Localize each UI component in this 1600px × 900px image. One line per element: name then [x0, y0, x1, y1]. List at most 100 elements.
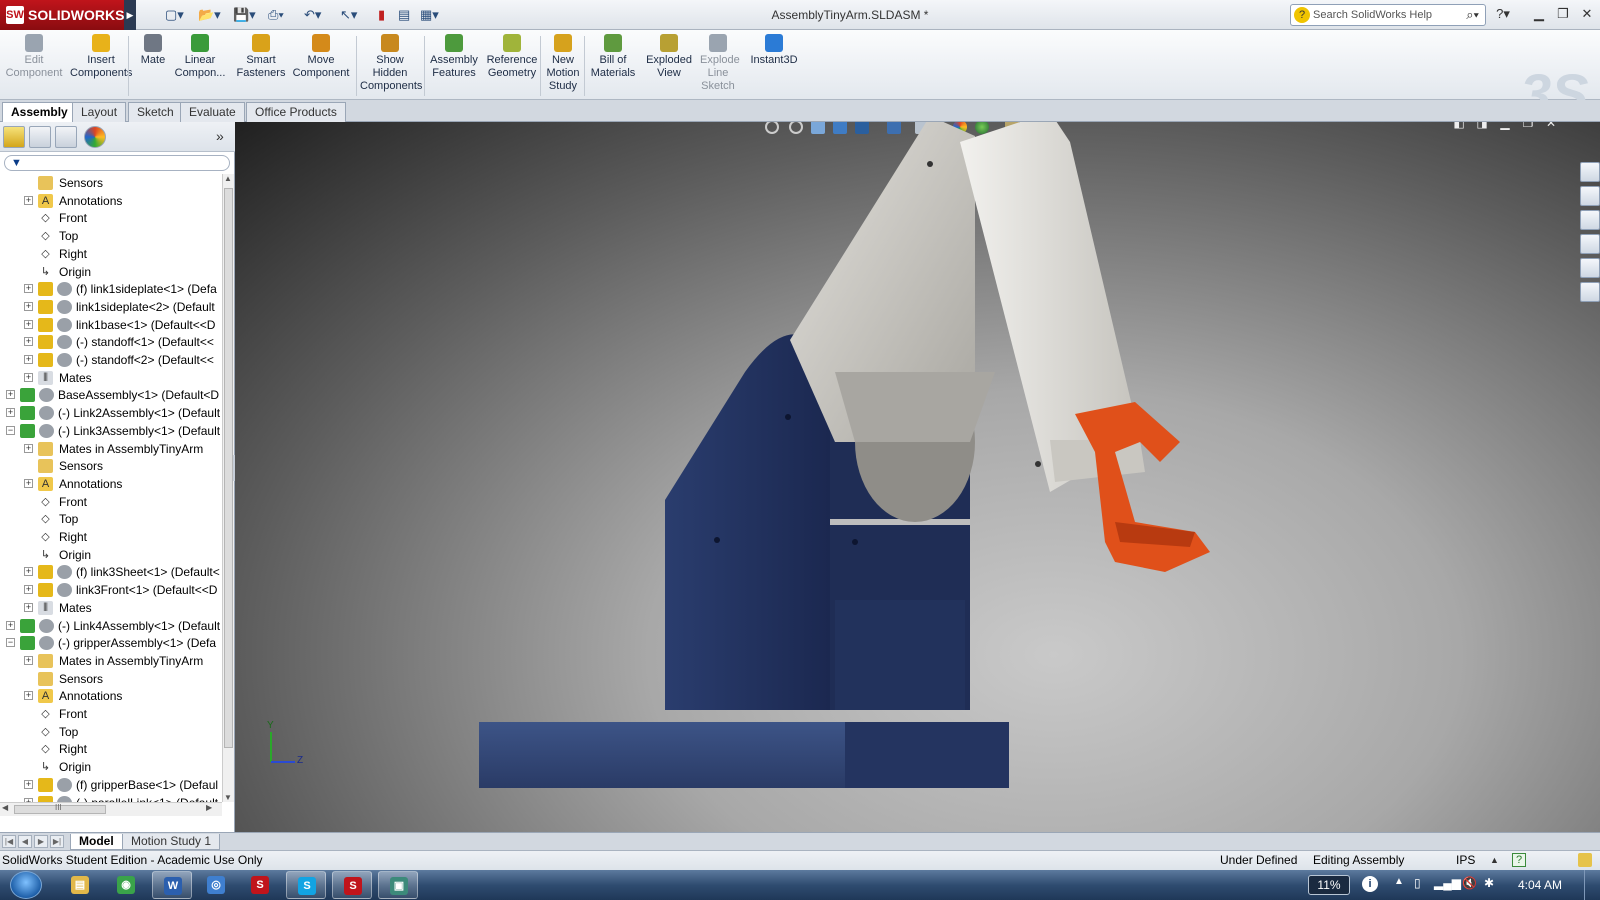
last-tab-arrow[interactable]: ▶|: [50, 835, 64, 848]
tree-item[interactable]: ◇ Front: [0, 493, 222, 511]
taskbar-solidworks-utility[interactable]: ▣: [378, 871, 418, 899]
tree-vertical-scrollbar[interactable]: ▲ ▼: [222, 174, 234, 802]
display-manager-tab-icon[interactable]: [84, 126, 106, 148]
tab-assembly[interactable]: Assembly: [2, 102, 77, 123]
tree-item[interactable]: + Mates in AssemblyTinyArm: [0, 440, 222, 458]
print-icon[interactable]: ⎙▾: [268, 6, 284, 24]
power-icon[interactable]: ▯: [1414, 876, 1421, 890]
command-move-component-button[interactable]: Move Component: [292, 34, 350, 80]
tree-item[interactable]: + (-) Link2Assembly<1> (Default: [0, 404, 222, 422]
tree-item[interactable]: + (-) standoff<2> (Default<<: [0, 351, 222, 369]
tree-item[interactable]: ↳ Origin: [0, 263, 222, 281]
view-palette-icon[interactable]: [1580, 234, 1600, 254]
volume-icon[interactable]: 🔇: [1462, 876, 1477, 890]
expand-icon[interactable]: +: [24, 602, 33, 612]
next-tab-arrow[interactable]: ▶: [34, 835, 48, 848]
expand-icon[interactable]: +: [24, 195, 33, 205]
command-smart-fasteners-button[interactable]: Smart Fasteners: [236, 34, 286, 80]
expand-icon[interactable]: +: [24, 337, 33, 347]
expand-icon[interactable]: +: [24, 779, 33, 789]
tree-item[interactable]: − (-) Link3Assembly<1> (Default: [0, 422, 222, 440]
command-edit-component-button[interactable]: Edit Component: [5, 34, 63, 80]
search-icon[interactable]: ⌕▾: [1466, 5, 1479, 25]
command-linear-pattern-button[interactable]: Linear Compon...: [172, 34, 228, 80]
tree-item[interactable]: + A Annotations: [0, 687, 222, 705]
select-icon[interactable]: ↖▾: [340, 6, 357, 24]
file-properties-icon[interactable]: ▤: [398, 6, 410, 24]
tree-item[interactable]: Sensors: [0, 457, 222, 475]
expand-icon[interactable]: +: [24, 301, 33, 311]
expand-icon[interactable]: +: [6, 620, 15, 630]
collapse-icon[interactable]: −: [6, 425, 15, 435]
tree-item[interactable]: + Mates in AssemblyTinyArm: [0, 652, 222, 670]
help-search-input[interactable]: ? Search SolidWorks Help ⌕▾: [1290, 4, 1486, 26]
prev-tab-arrow[interactable]: ◀: [18, 835, 32, 848]
tab-office-products[interactable]: Office Products: [246, 102, 346, 122]
tray-app-icon[interactable]: ✱: [1484, 876, 1494, 890]
tree-item[interactable]: ↳ Origin: [0, 758, 222, 776]
tree-item[interactable]: + A Annotations: [0, 475, 222, 493]
new-document-icon[interactable]: ▢▾: [165, 6, 184, 24]
property-manager-tab-icon[interactable]: [29, 126, 51, 148]
info-icon[interactable]: i: [1362, 876, 1378, 892]
minimize-icon[interactable]: ▁: [1528, 4, 1550, 24]
command-assembly-features-button[interactable]: Assembly Features: [430, 34, 478, 80]
tree-filter-input[interactable]: ▼: [4, 155, 230, 171]
network-icon[interactable]: ▂▄▆: [1434, 876, 1461, 890]
options-icon[interactable]: ▦▾: [420, 6, 439, 24]
tree-hscroll-thumb[interactable]: III: [14, 803, 106, 814]
taskbar-chrome[interactable]: ◉: [106, 871, 146, 899]
taskbar-solidworks[interactable]: S: [332, 871, 372, 899]
status-help-icon[interactable]: ?: [1512, 853, 1526, 867]
scroll-left-arrow[interactable]: ◀: [2, 803, 8, 812]
units-status[interactable]: IPS: [1456, 851, 1475, 870]
graphics-area[interactable]: ◧ ◨ ▁ ❐ ✕ Y Z: [235, 122, 1600, 832]
expand-icon[interactable]: +: [24, 691, 33, 701]
taskbar-word[interactable]: W: [152, 871, 192, 899]
tree-item[interactable]: − (-) gripperAssembly<1> (Defa: [0, 634, 222, 652]
command-reference-geometry-button[interactable]: Reference Geometry: [485, 34, 539, 80]
command-instant3d-button[interactable]: Instant3D: [748, 34, 800, 67]
custom-properties-icon[interactable]: [1580, 282, 1600, 302]
tree-item[interactable]: ◇ Front: [0, 209, 222, 227]
menu-pin-arrow[interactable]: ▶: [124, 0, 136, 30]
solidworks-resources-icon[interactable]: [1580, 162, 1600, 182]
help-dropdown-icon[interactable]: ?▾: [1492, 4, 1514, 24]
tree-item[interactable]: ◇ Right: [0, 245, 222, 263]
command-exploded-view-button[interactable]: Exploded View: [645, 34, 693, 80]
file-explorer-icon[interactable]: [1580, 210, 1600, 230]
command-insert-components-button[interactable]: Insert Components: [70, 34, 132, 80]
command-explode-line-sketch-button[interactable]: Explode Line Sketch: [700, 34, 740, 93]
tree-item[interactable]: Sensors: [0, 670, 222, 688]
tray-expand-icon[interactable]: ▲: [1394, 876, 1404, 887]
tree-item[interactable]: ◇ Top: [0, 723, 222, 741]
expand-icon[interactable]: +: [24, 567, 33, 577]
scroll-right-arrow[interactable]: ▶: [206, 803, 212, 812]
command-show-hidden-button[interactable]: Show Hidden Components: [360, 34, 422, 93]
scroll-up-arrow[interactable]: ▲: [224, 174, 232, 183]
tree-item[interactable]: + (f) gripperBase<1> (Defaul: [0, 776, 222, 794]
tree-item[interactable]: + (f) link3Sheet<1> (Default<: [0, 563, 222, 581]
collapse-icon[interactable]: −: [6, 638, 15, 648]
solidworks-menu-button[interactable]: SW SOLIDWORKS: [0, 0, 130, 30]
expand-icon[interactable]: +: [6, 408, 15, 418]
battery-indicator[interactable]: 11%: [1308, 875, 1350, 895]
expand-icon[interactable]: +: [24, 372, 33, 382]
tab-model[interactable]: Model: [70, 834, 123, 850]
expand-icon[interactable]: +: [24, 319, 33, 329]
tab-motion-study-1[interactable]: Motion Study 1: [122, 834, 221, 850]
appearances-icon[interactable]: [1580, 258, 1600, 278]
restore-icon[interactable]: ❐: [1552, 4, 1574, 24]
tab-evaluate[interactable]: Evaluate: [180, 102, 245, 122]
tree-item[interactable]: ◇ Top: [0, 227, 222, 245]
tree-item[interactable]: + link1base<1> (Default<<D: [0, 316, 222, 334]
command-motion-study-button[interactable]: New Motion Study: [546, 34, 580, 93]
save-icon[interactable]: 💾▾: [233, 6, 256, 24]
tree-item[interactable]: + link1sideplate<2> (Default: [0, 298, 222, 316]
tree-item[interactable]: + A Annotations: [0, 192, 222, 210]
first-tab-arrow[interactable]: |◀: [2, 835, 16, 848]
expand-icon[interactable]: +: [24, 284, 33, 294]
units-arrow-icon[interactable]: ▲: [1490, 851, 1499, 870]
tree-item[interactable]: + (-) Link4Assembly<1> (Default: [0, 617, 222, 635]
configuration-manager-tab-icon[interactable]: [55, 126, 77, 148]
